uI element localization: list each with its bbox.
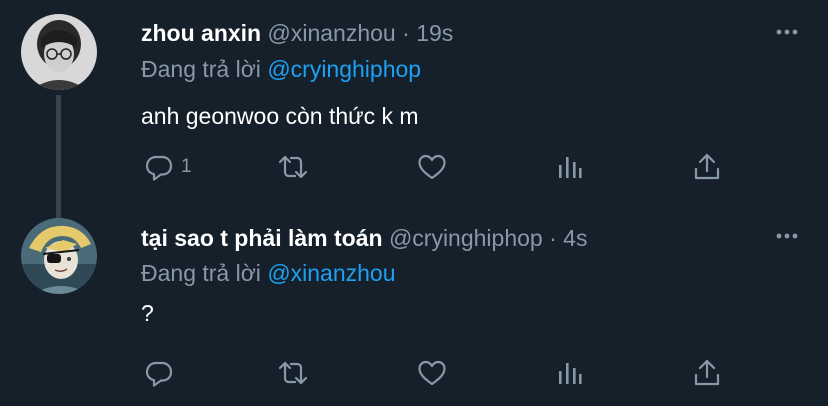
tweet-thread: zhou anxin @xinanzhou · 19s Đang trả lời… — [0, 0, 828, 406]
more-icon[interactable] — [774, 22, 800, 42]
user-handle[interactable]: @xinanzhou — [268, 20, 396, 46]
tweet-header: zhou anxin @xinanzhou · 19s — [141, 18, 453, 48]
share-icon — [694, 153, 720, 180]
user-handle[interactable]: @cryinghiphop — [389, 225, 543, 251]
replying-to: Đang trả lời @xinanzhou — [141, 258, 396, 288]
timestamp[interactable]: 19s — [416, 20, 453, 46]
reply-icon — [145, 155, 173, 181]
avatar[interactable] — [21, 14, 97, 90]
tweet-text: ? — [141, 300, 154, 326]
mention-link[interactable]: @xinanzhou — [267, 260, 395, 286]
avatar-photo-grayscale — [21, 14, 97, 90]
reply-count: 1 — [181, 156, 192, 177]
tweet[interactable]: zhou anxin @xinanzhou · 19s Đang trả lời… — [0, 0, 828, 200]
display-name[interactable]: tại sao t phải làm toán — [141, 225, 383, 251]
more-icon[interactable] — [774, 226, 800, 246]
like-button[interactable] — [416, 149, 448, 185]
tweet[interactable]: tại sao t phải làm toán @cryinghiphop · … — [0, 200, 828, 406]
like-button[interactable] — [416, 355, 448, 391]
retweet-button[interactable] — [277, 355, 309, 391]
tweet-text: anh geonwoo còn thức k m — [141, 103, 419, 129]
stats-icon — [559, 363, 582, 384]
share-button[interactable] — [691, 355, 723, 391]
avatar-anime-illustration — [21, 218, 97, 294]
retweet-icon — [278, 361, 308, 385]
like-icon — [418, 154, 446, 180]
mention-link[interactable]: @cryinghiphop — [267, 56, 421, 82]
replying-to-label: Đang trả lời — [141, 260, 261, 286]
avatar[interactable] — [21, 218, 97, 294]
display-name[interactable]: zhou anxin — [141, 20, 261, 46]
retweet-icon — [278, 155, 308, 179]
like-icon — [418, 360, 446, 386]
separator-dot: · — [549, 225, 557, 251]
replying-to: Đang trả lời @cryinghiphop — [141, 54, 421, 84]
tweet-header: tại sao t phải làm toán @cryinghiphop · … — [141, 223, 587, 253]
share-button[interactable] — [691, 149, 723, 185]
timestamp[interactable]: 4s — [563, 225, 587, 251]
stats-button[interactable] — [554, 149, 586, 185]
reply-button[interactable]: 1 — [143, 149, 192, 185]
retweet-button[interactable] — [277, 149, 309, 185]
reply-icon — [145, 361, 173, 387]
separator-dot: · — [402, 20, 410, 46]
stats-button[interactable] — [554, 355, 586, 391]
replying-to-label: Đang trả lời — [141, 56, 261, 82]
reply-button[interactable] — [143, 355, 181, 391]
share-icon — [694, 359, 720, 386]
stats-icon — [559, 157, 582, 178]
